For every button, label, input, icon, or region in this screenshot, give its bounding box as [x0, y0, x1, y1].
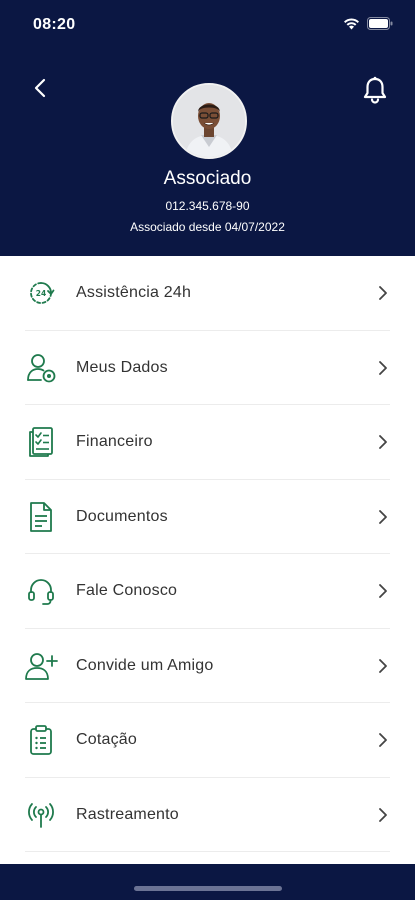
- profile-name: Associado: [163, 168, 252, 189]
- signal-antenna-icon: [24, 798, 58, 832]
- chevron-right-icon: [376, 434, 390, 450]
- menu-item-label: Financeiro: [76, 433, 153, 451]
- menu-item-documentos[interactable]: Documentos: [0, 480, 415, 554]
- back-button[interactable]: [26, 74, 54, 102]
- divider: [25, 851, 390, 852]
- chevron-right-icon: [376, 807, 390, 823]
- svg-text:24: 24: [36, 289, 46, 298]
- battery-icon: [367, 17, 393, 35]
- menu-list: 24 Assistência 24h Meus Dados Financeiro…: [0, 256, 415, 852]
- member-since: Associado desde 04/07/2022: [130, 220, 285, 234]
- chevron-right-icon: [376, 658, 390, 674]
- chevron-right-icon: [376, 509, 390, 525]
- status-icons: [343, 17, 393, 35]
- menu-item-convide-amigo[interactable]: Convide um Amigo: [0, 629, 415, 703]
- headset-icon: [24, 574, 58, 608]
- menu-item-label: Assistência 24h: [76, 284, 192, 302]
- wifi-icon: [343, 17, 360, 35]
- document-icon: [24, 500, 58, 534]
- bottom-bar: [0, 864, 415, 900]
- menu-item-fale-conosco[interactable]: Fale Conosco: [0, 554, 415, 629]
- clipboard-list-icon: [24, 723, 58, 757]
- menu-item-financeiro[interactable]: Financeiro: [0, 405, 415, 480]
- clock-24h-icon: 24: [24, 276, 58, 310]
- status-bar: 08:20: [0, 0, 415, 50]
- status-time: 08:20: [33, 16, 76, 33]
- add-user-icon: [24, 649, 58, 683]
- chevron-right-icon: [376, 360, 390, 376]
- bell-icon: [363, 76, 387, 104]
- checklist-document-icon: [24, 425, 58, 459]
- chevron-right-icon: [376, 732, 390, 748]
- user-settings-icon: [24, 351, 58, 385]
- menu-item-assistencia[interactable]: 24 Assistência 24h: [0, 256, 415, 331]
- menu-item-label: Convide um Amigo: [76, 656, 214, 674]
- menu-item-label: Documentos: [76, 507, 168, 525]
- avatar[interactable]: [171, 83, 247, 159]
- menu-item-label: Meus Dados: [76, 358, 168, 376]
- chevron-left-icon: [34, 78, 46, 98]
- notifications-button[interactable]: [359, 74, 391, 106]
- menu-item-cotacao[interactable]: Cotação: [0, 703, 415, 778]
- user-photo: [173, 85, 245, 157]
- chevron-right-icon: [376, 285, 390, 301]
- menu-item-label: Fale Conosco: [76, 582, 178, 600]
- menu-item-meus-dados[interactable]: Meus Dados: [0, 331, 415, 405]
- menu-item-label: Cotação: [76, 731, 137, 749]
- home-indicator[interactable]: [134, 886, 282, 891]
- profile-header: 08:20 Associado 012.345.678-90 Associado…: [0, 0, 415, 256]
- profile-cpf: 012.345.678-90: [165, 199, 250, 213]
- menu-item-label: Rastreamento: [76, 805, 179, 823]
- chevron-right-icon: [376, 583, 390, 599]
- menu-item-rastreamento[interactable]: Rastreamento: [0, 778, 415, 852]
